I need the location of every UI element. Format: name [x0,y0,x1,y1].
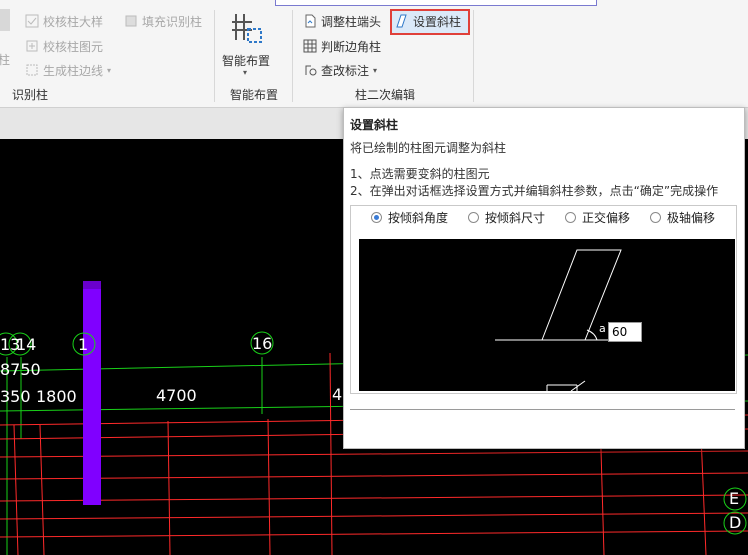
column-element [83,281,101,505]
axis-bubble-label: 16 [252,334,273,353]
option-label: 正交偏移 [582,211,631,225]
adjust-end-icon [303,14,317,28]
radio-icon [468,212,480,223]
check-column-detail-button[interactable]: 校核柱大样 [25,11,103,31]
smart-layout-label: 智能布置 [222,54,271,68]
chevron-down-icon: ▾ [243,68,248,77]
axis-bubble-label: 1 [78,335,89,354]
adjust-column-end-button[interactable]: 调整柱端头 [303,11,381,31]
set-slant-column-label: 设置斜柱 [413,14,462,29]
annotation-icon [303,63,317,77]
tooltip-title: 设置斜柱 [350,118,399,132]
identify-column-button-partial[interactable] [0,9,10,31]
generate-column-edge-button[interactable]: 生成柱边线 ▾ [25,60,111,80]
fill-icon [124,14,138,28]
ribbon-divider [292,10,293,102]
axis-bubble-label-right: E [729,489,740,508]
ribbon-divider [214,10,215,102]
slant-column-icon [395,14,409,28]
smart-layout-icon [230,12,262,49]
check-column-detail-label: 校核柱大样 [43,14,104,29]
chevron-down-icon: ▾ [107,65,112,75]
angle-value-box: 60 [608,322,642,342]
dimension-label: 4 [332,385,343,404]
column-icon [0,9,10,31]
option-orthogonal-offset[interactable]: 正交偏移 [565,209,630,226]
fill-identify-column-label: 填充识别柱 [142,14,203,29]
slant-column-tooltip: 设置斜柱 将已绘制的柱图元调整为斜柱 1、点选需要变斜的柱图元 2、在弹出对话框… [343,107,745,449]
dimension-label: 4700 [156,386,197,405]
slant-preview-image: a 60 [359,239,735,392]
check-element-icon [25,39,39,53]
option-label: 极轴偏移 [667,211,716,225]
judge-corner-column-label: 判断边角柱 [321,39,382,54]
option-by-angle[interactable]: 按倾斜角度 [371,209,448,226]
dimension-label: 350 [0,387,31,406]
angle-value: 60 [612,325,628,339]
radio-icon [650,212,662,223]
slant-mode-options: 按倾斜角度 按倾斜尺寸 正交偏移 极轴偏移 [371,209,715,226]
edge-icon [25,63,39,77]
judge-corner-column-button[interactable]: 判断边角柱 [303,36,381,56]
axis-bubble-label-right: D [729,513,742,532]
axis-bubble-label: 14 [16,335,37,354]
tooltip-description: 将已绘制的柱图元调整为斜柱 [350,141,507,155]
option-by-size[interactable]: 按倾斜尺寸 [468,209,545,226]
edit-annotation-label: 查改标注 [321,63,370,78]
group-label-smart-layout: 智能布置 [229,88,278,102]
option-label: 按倾斜角度 [388,211,449,225]
option-polar-offset[interactable]: 极轴偏移 [650,209,715,226]
group-label-identify-column: 识别柱 [11,88,48,102]
fill-identify-column-button[interactable]: 填充识别柱 [124,11,202,31]
ribbon-divider [473,10,474,102]
chevron-down-icon: ▾ [373,65,378,75]
adjust-column-end-label: 调整柱端头 [321,14,382,29]
grid-icon [303,39,317,53]
edit-annotation-button[interactable]: 查改标注 ▾ [303,60,377,80]
option-label: 按倾斜尺寸 [485,211,546,225]
set-slant-column-button-content[interactable]: 设置斜柱 [395,11,461,31]
preview-frame: 按倾斜角度 按倾斜尺寸 正交偏移 极轴偏移 a 60 [350,205,737,394]
left-cut-label: 柱 [0,52,11,67]
radio-icon [565,212,577,223]
angle-symbol: a [599,322,606,335]
check-detail-icon [25,14,39,28]
generate-column-edge-label: 生成柱边线 [43,63,104,78]
dimension-label: 8750 [0,360,41,379]
dimension-label: 1800 [36,387,77,406]
tooltip-step-1: 1、点选需要变斜的柱图元 [350,167,490,181]
check-column-element-button[interactable]: 校核柱图元 [25,36,103,56]
radio-selected-icon [371,212,382,223]
check-column-element-label: 校核柱图元 [43,39,104,54]
tooltip-step-2: 2、在弹出对话框选择设置方式并编辑斜柱参数，点击“确定”完成操作 [350,184,719,198]
group-label-column-edit: 柱二次编辑 [354,88,415,102]
identify-column-label-partial: 柱 [0,49,10,69]
tooltip-divider [350,409,735,410]
title-input-strip[interactable] [275,0,597,6]
smart-layout-button[interactable]: 智能布置 ▾ [222,12,272,82]
